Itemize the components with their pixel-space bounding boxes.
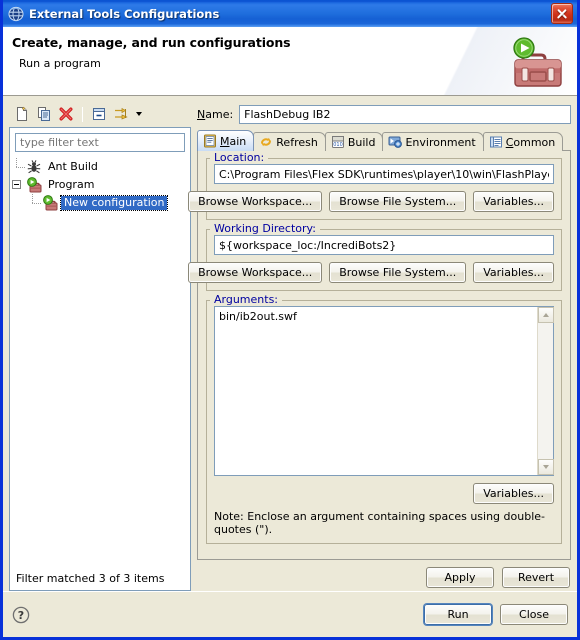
tab-label: Main — [220, 134, 247, 148]
tree-item-program[interactable]: Program — [10, 176, 190, 194]
tree-item-label: Program — [48, 178, 95, 191]
wd-variables-button[interactable]: Variables... — [473, 262, 554, 283]
tab-label: Environment — [405, 135, 476, 149]
duplicate-document-icon[interactable] — [34, 104, 54, 124]
page-title: Create, manage, and run configurations — [12, 35, 291, 50]
tree-item-label: New configuration — [59, 195, 169, 211]
external-tools-globe-icon — [8, 6, 24, 22]
tab-environment[interactable]: Environment — [382, 132, 484, 151]
tab-label: Refresh — [276, 135, 318, 149]
program-toolbox-icon — [42, 195, 58, 211]
location-browse-file-system-button[interactable]: Browse File System... — [329, 191, 467, 212]
scroll-up-icon[interactable] — [538, 307, 554, 323]
location-variables-button[interactable]: Variables... — [473, 191, 554, 212]
toolbox-with-run-icon — [503, 35, 565, 91]
close-icon[interactable] — [551, 3, 573, 24]
revert-button[interactable]: Revert — [502, 567, 570, 588]
refresh-arrows-icon — [259, 135, 273, 149]
tab-build[interactable]: 010 Build — [324, 132, 384, 151]
close-button[interactable]: Close — [500, 604, 568, 625]
scroll-down-icon[interactable] — [538, 459, 554, 475]
help-question-icon[interactable]: ? — [12, 606, 30, 624]
tree-item-ant-build[interactable]: Ant Build — [10, 158, 190, 176]
location-browse-workspace-button[interactable]: Browse Workspace... — [188, 191, 323, 212]
arguments-textarea[interactable]: bin/ib2out.swf — [214, 306, 554, 476]
configurations-tree-box: Ant Build — [9, 127, 191, 591]
window-title: External Tools Configurations — [29, 6, 220, 21]
main-tab-panel: Location: Browse Workspace... Browse Fil… — [188, 150, 571, 560]
name-row: Name: — [197, 103, 571, 125]
arguments-variables-button[interactable]: Variables... — [473, 483, 554, 504]
tree-indent — [26, 194, 42, 212]
arguments-group-body: bin/ib2out.swf Variables... Note: Enclos… — [206, 301, 562, 544]
wd-browse-workspace-button[interactable]: Browse Workspace... — [188, 262, 323, 283]
dialog-header: Create, manage, and run configurations R… — [3, 27, 577, 96]
run-button[interactable]: Run — [424, 604, 492, 625]
new-document-icon[interactable] — [12, 104, 32, 124]
tree-indent — [10, 158, 26, 176]
tab-refresh[interactable]: Refresh — [253, 132, 326, 151]
working-directory-field[interactable] — [214, 235, 554, 255]
tree-item-new-configuration[interactable]: New configuration — [10, 194, 190, 212]
title-bar: External Tools Configurations — [3, 0, 577, 27]
build-binary-icon: 010 — [331, 135, 345, 149]
dialog-body: Ant Build — [3, 96, 577, 591]
arguments-value[interactable]: bin/ib2out.swf — [215, 307, 537, 475]
arguments-scrollbar[interactable] — [537, 307, 554, 475]
location-field[interactable] — [214, 164, 554, 184]
external-tools-configurations-dialog: External Tools Configurations Create, ma… — [0, 0, 580, 640]
program-toolbox-icon — [26, 177, 42, 193]
tree-expander-cell[interactable] — [10, 176, 26, 194]
ant-build-icon — [26, 159, 42, 175]
filter-row — [10, 128, 190, 154]
svg-text:?: ? — [18, 609, 24, 622]
collapse-all-icon[interactable] — [89, 104, 109, 124]
location-buttons: Browse Workspace... Browse File System..… — [188, 191, 554, 212]
filter-status-text: Filter matched 3 of 3 items — [10, 569, 190, 590]
location-group: Location: Browse Workspace... Browse Fil… — [188, 151, 562, 220]
delete-red-x-icon[interactable] — [56, 104, 76, 124]
configurations-pane: Ant Build — [9, 103, 191, 591]
tab-strip: Main Refresh 010 Build Environment Commo… — [197, 130, 571, 151]
location-group-body: Browse Workspace... Browse File System..… — [188, 159, 562, 220]
search-input[interactable] — [15, 133, 185, 152]
tab-label: Build — [347, 135, 376, 149]
toolbar-separator — [82, 106, 83, 122]
apply-revert-row: Apply Revert — [197, 560, 571, 591]
tab-common[interactable]: Common — [482, 132, 564, 151]
wd-browse-file-system-button[interactable]: Browse File System... — [329, 262, 467, 283]
arguments-note: Note: Enclose an argument containing spa… — [214, 510, 545, 536]
name-label: Name: — [197, 107, 234, 121]
tree-item-label: Ant Build — [48, 160, 98, 173]
configurations-toolbar — [9, 103, 191, 125]
working-directory-group: Working Directory: Browse Workspace... B… — [188, 222, 562, 291]
tab-label: Common — [505, 135, 556, 149]
collapse-expander-icon — [12, 180, 21, 189]
working-directory-buttons: Browse Workspace... Browse File System..… — [188, 262, 554, 283]
arguments-group: Arguments: bin/ib2out.swf Variables... N… — [206, 293, 562, 544]
chevron-down-icon[interactable] — [133, 104, 144, 124]
apply-button[interactable]: Apply — [426, 567, 494, 588]
svg-text:010: 010 — [333, 142, 343, 148]
environment-icon — [388, 135, 403, 149]
page-subtitle: Run a program — [19, 57, 101, 70]
common-list-icon — [489, 135, 503, 149]
dialog-actions: Run Close — [424, 604, 568, 625]
arguments-buttons: Variables... — [214, 483, 554, 504]
main-document-icon — [203, 134, 217, 148]
configuration-editor-pane: Name: Main — [188, 103, 571, 591]
configurations-tree[interactable]: Ant Build Program New configuration — [10, 154, 190, 569]
working-directory-group-body: Browse Workspace... Browse File System..… — [188, 230, 562, 291]
configuration-name-field[interactable] — [239, 104, 571, 124]
tab-main[interactable]: Main — [197, 130, 255, 151]
filter-arrows-icon[interactable] — [111, 104, 131, 124]
dialog-button-bar: ? Run Close — [3, 591, 577, 637]
